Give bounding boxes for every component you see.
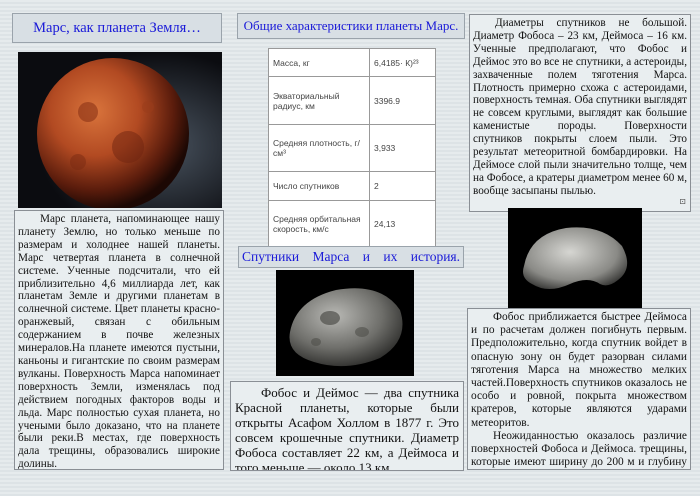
table-row: Экваториальный радиус, км 3396.9 [268,76,436,125]
header-left: Марс, как планета Земля… [12,13,222,43]
table-row: Масса, кг 6,4185· К)²³ [268,47,436,78]
table-cell-value: 6,4185· К)²³ [369,47,436,78]
moons-caption: Спутники Марса и их история. [238,246,464,268]
phobos-deimos-text: Фобос и Деймос — два спутника Красной пл… [230,381,464,471]
phobos-approach-text: Фобос приближается быстрее Деймоса и по … [467,308,691,470]
table-cell-key: Средняя орбитальная скорость, км/с [268,199,370,249]
characteristics-table: Масса, кг 6,4185· К)²³ Экваториальный ра… [268,47,436,249]
table-cell-value: 2 [369,171,436,201]
header-characteristics: Общие характеристики планеты Марс. [237,13,465,39]
table-cell-key: Экваториальный радиус, км [268,76,370,125]
table-cell-key: Масса, кг [268,47,370,78]
mars-description: Марс планета, напоминающее нашу планету … [14,210,224,470]
table-cell-value: 3396.9 [369,76,436,125]
table-row: Средняя плотность, г/см³ 3,933 [268,123,436,173]
table-cell-value: 3,933 [369,123,436,173]
table-cell-key: Средняя плотность, г/см³ [268,123,370,173]
table-cell-value: 24,13 [369,199,436,249]
diameters-text: Диаметры спутников не большой. Диаметр Ф… [469,14,691,212]
mars-image [18,52,222,208]
phobos-image [276,270,414,376]
table-cell-key: Число спутников [268,171,370,201]
table-row: Число спутников 2 [268,171,436,201]
resize-icon: ⊡ [679,197,686,207]
table-row: Средняя орбитальная скорость, км/с 24,13 [268,199,436,249]
deimos-image [508,208,642,308]
